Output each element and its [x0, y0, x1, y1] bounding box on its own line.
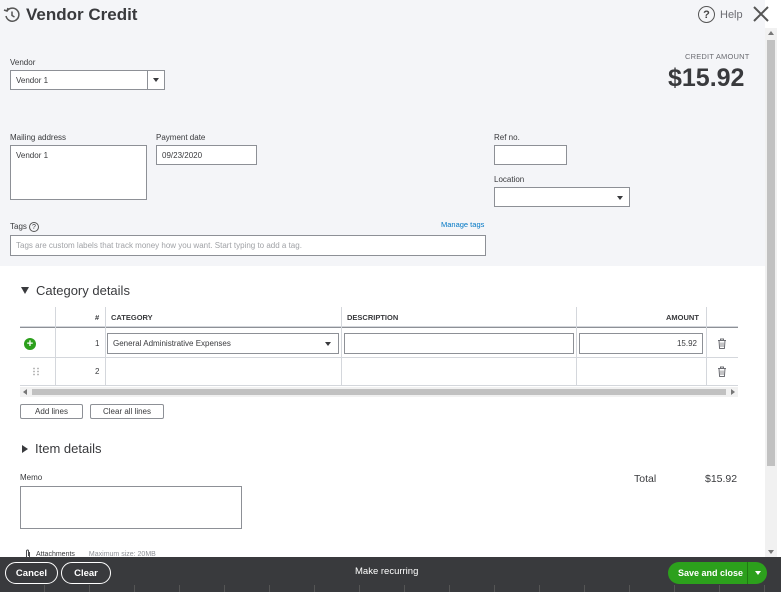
recent-transactions-icon[interactable] — [3, 6, 21, 24]
save-options-dropdown[interactable] — [747, 562, 767, 584]
location-select[interactable] — [494, 187, 630, 207]
row-1-category: General Administrative Expenses — [113, 339, 231, 348]
manage-tags-link[interactable]: Manage tags — [441, 220, 484, 229]
mailing-address-field[interactable]: Vendor 1 — [10, 145, 147, 200]
tags-input[interactable]: Tags are custom labels that track money … — [10, 235, 486, 256]
vendor-select[interactable]: Vendor 1 — [10, 70, 165, 90]
make-recurring-link[interactable]: Make recurring — [355, 566, 418, 577]
save-and-close-label[interactable]: Save and close — [668, 568, 747, 578]
trash-icon[interactable] — [717, 366, 727, 377]
tags-placeholder: Tags are custom labels that track money … — [16, 241, 302, 250]
row-1-description-field[interactable] — [344, 333, 574, 354]
column-header-description: DESCRIPTION — [347, 313, 399, 322]
chevron-down-icon — [754, 571, 761, 575]
scroll-left-icon[interactable] — [23, 389, 27, 395]
ref-no-field[interactable] — [494, 145, 567, 165]
vertical-scroll-thumb[interactable] — [767, 40, 775, 466]
caret-down-icon — [21, 287, 29, 294]
save-and-close-button[interactable]: Save and close — [668, 562, 767, 584]
location-label: Location — [494, 175, 525, 184]
vendor-dropdown-arrow[interactable] — [147, 71, 164, 89]
total-label: Total — [634, 473, 657, 485]
scroll-right-icon[interactable] — [731, 389, 735, 395]
trash-icon[interactable] — [717, 338, 727, 349]
row-2-number: 2 — [95, 367, 100, 376]
column-header-category: CATEGORY — [111, 313, 153, 322]
horizontal-scrollbar[interactable] — [20, 387, 738, 397]
header-form-area: Vendor Credit ? Help Vendor Vendor 1 CRE… — [0, 0, 769, 266]
total-value: $15.92 — [705, 473, 738, 485]
footer-divider — [0, 585, 781, 592]
clear-button[interactable]: Clear — [61, 562, 111, 584]
row-1-amount-field[interactable]: 15.92 — [579, 333, 703, 354]
mailing-address-label: Mailing address — [10, 133, 67, 142]
clear-all-lines-button[interactable]: Clear all lines — [90, 404, 164, 419]
chevron-down-icon — [153, 78, 159, 82]
vendor-label: Vendor — [10, 58, 36, 67]
help-button[interactable]: ? Help — [698, 6, 743, 23]
column-header-amount: AMOUNT — [666, 313, 699, 322]
tags-label: Tags — [10, 222, 27, 232]
row-1-category-select[interactable]: General Administrative Expenses — [107, 333, 339, 354]
row-1-amount: 15.92 — [676, 339, 697, 348]
vendor-value: Vendor 1 — [16, 76, 49, 85]
page-title: Vendor Credit — [26, 5, 138, 24]
credit-amount-label: CREDIT AMOUNT — [685, 52, 750, 61]
help-icon: ? — [698, 6, 715, 23]
payment-date-field[interactable]: 09/23/2020 — [156, 145, 257, 165]
tags-label-wrap: Tags? — [10, 222, 39, 232]
item-details-title: Item details — [35, 441, 102, 456]
close-icon[interactable] — [751, 4, 771, 24]
cancel-button[interactable]: Cancel — [5, 562, 58, 584]
category-details-toggle[interactable]: Category details — [21, 283, 130, 298]
mailing-address-value: Vendor 1 — [16, 151, 49, 160]
column-header-number: # — [95, 313, 100, 322]
item-details-toggle[interactable]: Item details — [22, 441, 101, 456]
memo-field[interactable] — [20, 486, 242, 529]
memo-label: Memo — [20, 473, 43, 482]
chevron-down-icon — [325, 342, 331, 346]
horizontal-scroll-thumb[interactable] — [32, 389, 726, 395]
footer-bar: Cancel Clear Make recurring Save and clo… — [0, 557, 781, 592]
chevron-down-icon — [617, 196, 623, 200]
payment-date-value: 09/23/2020 — [162, 151, 203, 160]
drag-handle-icon[interactable] — [32, 367, 40, 376]
info-icon[interactable]: ? — [28, 222, 39, 232]
help-label: Help — [720, 8, 743, 21]
vertical-scrollbar[interactable] — [765, 28, 777, 558]
row-1-number: 1 — [95, 339, 100, 348]
category-details-title: Category details — [36, 283, 130, 298]
scroll-down-icon[interactable] — [768, 550, 774, 554]
credit-amount-value: $15.92 — [668, 64, 745, 92]
add-lines-button[interactable]: Add lines — [20, 404, 83, 419]
caret-right-icon — [22, 444, 28, 453]
scroll-up-icon[interactable] — [768, 31, 774, 35]
payment-date-label: Payment date — [156, 133, 206, 142]
ref-no-label: Ref no. — [494, 133, 520, 142]
add-row-icon[interactable]: + — [24, 338, 36, 350]
